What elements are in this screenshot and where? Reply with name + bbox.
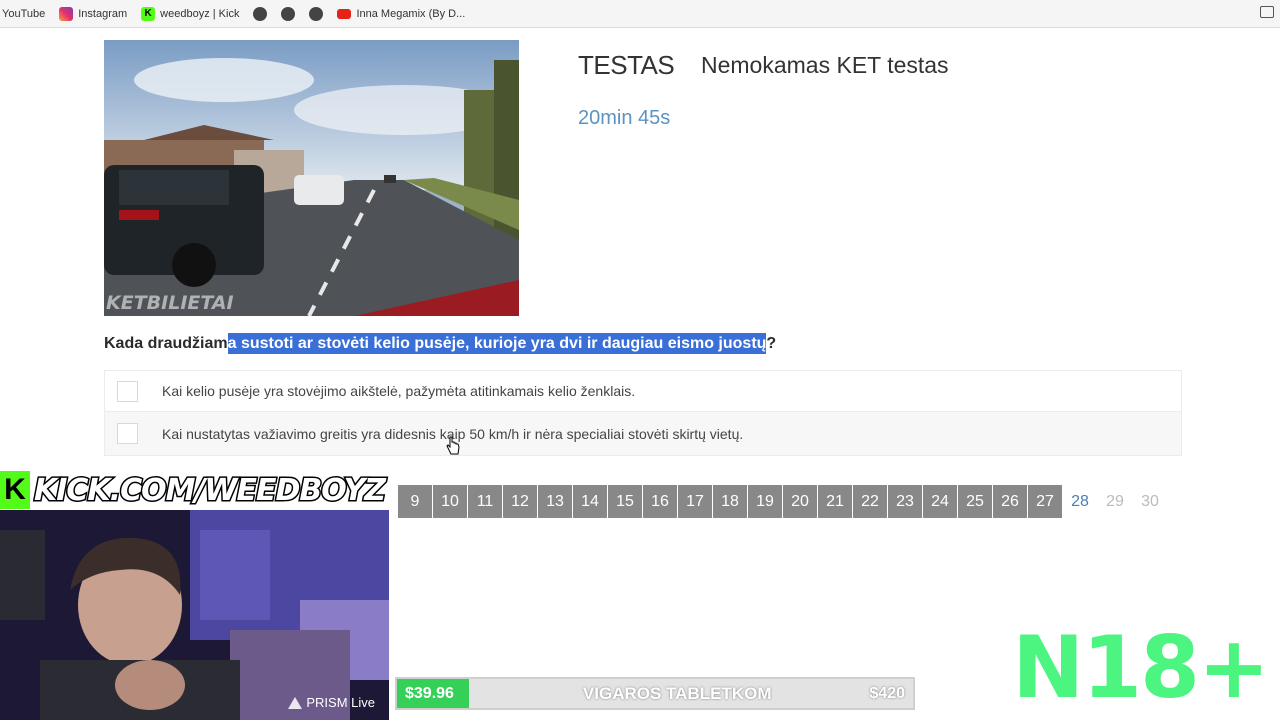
question-text-after: ?: [766, 335, 777, 352]
page-button-30[interactable]: 30: [1133, 485, 1168, 518]
page-button-27[interactable]: 27: [1028, 485, 1063, 518]
prism-live-badge: PRISM Live: [288, 695, 375, 710]
road-scene-image: [104, 40, 519, 316]
question-text-selected: a sustoti ar stovėti kelio pusėje, kurio…: [227, 333, 767, 354]
donation-goal-bar: $39.96 VIGAROS TABLETKOM $420: [395, 677, 915, 710]
page-button-14[interactable]: 14: [573, 485, 608, 518]
page-button-13[interactable]: 13: [538, 485, 573, 518]
page-button-16[interactable]: 16: [643, 485, 678, 518]
bookmark-globe-3[interactable]: [309, 6, 324, 21]
page-button-11[interactable]: 11: [468, 485, 503, 518]
age-rating-badge: N18+: [1012, 618, 1270, 718]
question-video[interactable]: KETBILIETAI: [104, 40, 519, 316]
page-button-20[interactable]: 20: [783, 485, 818, 518]
hand-cursor-icon: [446, 436, 460, 455]
page-button-15[interactable]: 15: [608, 485, 643, 518]
kick-icon: K: [141, 6, 156, 21]
folder-icon[interactable]: [1260, 6, 1274, 18]
kick-banner: K KICK.COM/WEEDBOYZ: [0, 470, 388, 510]
answer-text: Kai kelio pusėje yra stovėjimo aikštelė,…: [162, 383, 636, 399]
page-button-12[interactable]: 12: [503, 485, 538, 518]
question-pagination: 9 10 11 12 13 14 15 16 17 18 19 20 21 22 23 24 25 26 27 28 2…: [398, 485, 1168, 518]
answer-option-1[interactable]: Kai kelio pusėje yra stovėjimo aikštelė,…: [105, 371, 1181, 412]
instagram-icon: [59, 6, 74, 21]
answer-option-2[interactable]: Kai nustatytas važiavimo greitis yra did…: [105, 412, 1181, 455]
youtube-icon: [337, 8, 352, 19]
page-button-22[interactable]: 22: [853, 485, 888, 518]
page-title: TESTAS: [578, 50, 675, 80]
question-text: Kada draudžiama sustoti ar stovėti kelio…: [104, 333, 777, 354]
globe-icon: [253, 6, 268, 21]
bookmark-label: YouTube: [2, 7, 46, 20]
page-button-25[interactable]: 25: [958, 485, 993, 518]
page-button-18[interactable]: 18: [713, 485, 748, 518]
answer-list: Kai kelio pusėje yra stovėjimo aikštelė,…: [104, 370, 1182, 456]
bookmark-label: Instagram: [78, 7, 128, 20]
page-button-21[interactable]: 21: [818, 485, 853, 518]
kick-url: KICK.COM/WEEDBOYZ: [32, 471, 387, 509]
page-button-10[interactable]: 10: [433, 485, 468, 518]
page-button-9[interactable]: 9: [398, 485, 433, 518]
goal-title: VIGAROS TABLETKOM: [582, 683, 772, 703]
page-button-28[interactable]: 28: [1063, 485, 1098, 518]
kick-logo-icon: K: [0, 471, 30, 509]
page-button-17[interactable]: 17: [678, 485, 713, 518]
globe-icon: [309, 6, 324, 21]
prism-icon: [288, 696, 303, 709]
bookmark-globe-1[interactable]: [253, 6, 268, 21]
bookmark-inna-megamix[interactable]: Inna Megamix (By D...: [337, 8, 465, 20]
bookmark-label: weedboyz | Kick: [160, 7, 240, 20]
page-button-23[interactable]: 23: [888, 485, 923, 518]
page-button-24[interactable]: 24: [923, 485, 958, 518]
webcam-overlay: PRISM Live: [0, 510, 389, 720]
goal-current-amount: $39.96: [405, 684, 454, 702]
globe-icon: [281, 6, 296, 21]
countdown-timer: 20min 45s: [578, 107, 671, 129]
goal-target-amount: $420: [869, 684, 905, 702]
bookmark-youtube[interactable]: YouTube: [2, 8, 45, 20]
video-watermark: KETBILIETAI: [106, 292, 234, 314]
answer-checkbox[interactable]: [117, 423, 138, 444]
prism-label: PRISM Live: [306, 695, 375, 710]
webcam-image: [0, 510, 389, 720]
page-button-26[interactable]: 26: [993, 485, 1028, 518]
page-button-29[interactable]: 29: [1098, 485, 1133, 518]
bookmark-globe-2[interactable]: [281, 6, 296, 21]
question-text-before: Kada draudžiam: [104, 335, 228, 352]
answer-checkbox[interactable]: [117, 380, 138, 402]
bookmark-label: Inna Megamix (By D...: [356, 7, 466, 20]
bookmark-kick[interactable]: Kweedboyz | Kick: [141, 6, 240, 21]
bookmark-instagram[interactable]: Instagram: [59, 6, 128, 21]
page-subtitle: Nemokamas KET testas: [701, 52, 949, 78]
bookmarks-bar: YouTube Instagram Kweedboyz | Kick Inna …: [0, 0, 1280, 28]
page-button-19[interactable]: 19: [748, 485, 783, 518]
